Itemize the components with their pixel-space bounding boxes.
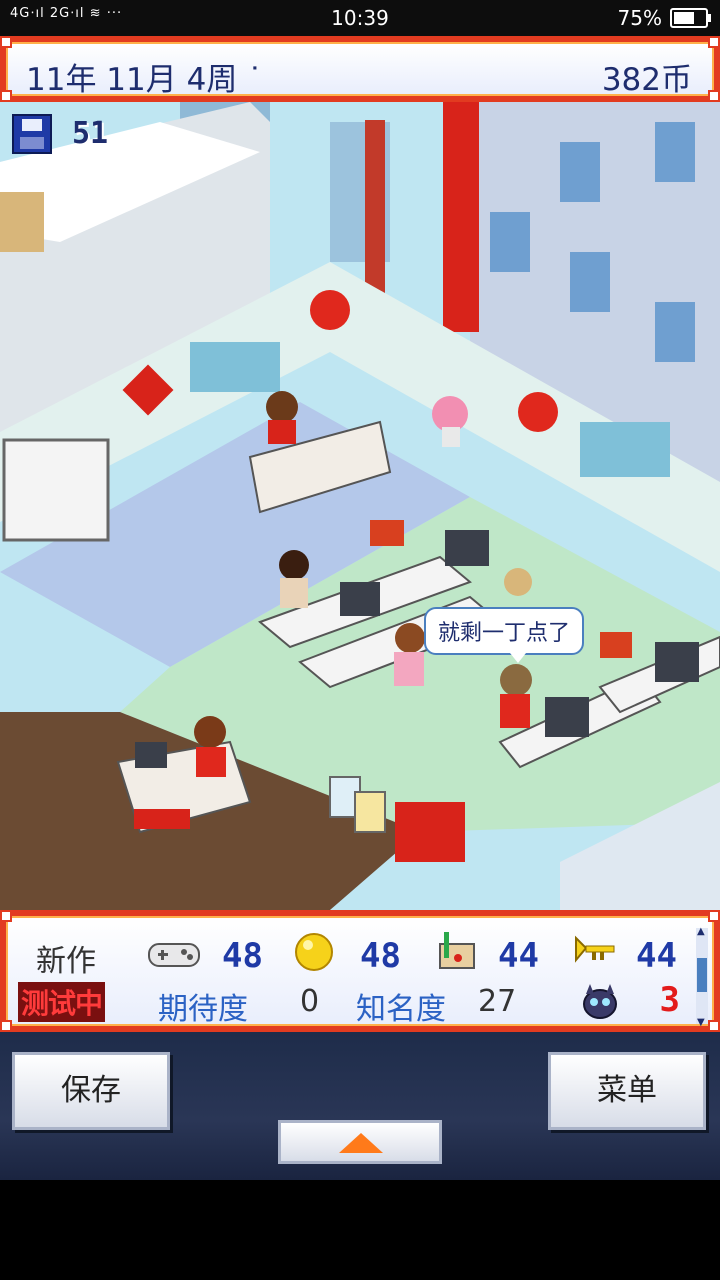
stat-graphics-value: 44 bbox=[498, 936, 539, 976]
frame-corner bbox=[708, 36, 720, 48]
scroll-up-icon[interactable]: ▲ bbox=[697, 926, 705, 937]
frame-corner bbox=[0, 36, 12, 48]
game-status-panel[interactable]: 新作 48 48 44 44 测试中 期待度 0 知名度 27 3 ▲ ▼ bbox=[0, 910, 720, 1032]
speech-bubble: 就剩一丁点了 bbox=[424, 607, 585, 663]
fame-label: 知名度 bbox=[356, 992, 446, 1027]
triangle-up-icon bbox=[339, 1133, 383, 1153]
trumpet-icon bbox=[575, 935, 615, 963]
frame-corner bbox=[0, 910, 12, 922]
frame-corner bbox=[708, 1020, 720, 1032]
game-status-inner: 新作 48 48 44 44 测试中 期待度 0 知名度 27 3 ▲ ▼ bbox=[6, 916, 714, 1028]
save-count: 51 bbox=[72, 116, 109, 151]
status-bar: 4G⋅ıl 2G⋅ıl ≋ ··· 10:39 75% bbox=[0, 0, 720, 36]
project-title: 新作 bbox=[36, 944, 96, 979]
scroll-thumb[interactable] bbox=[697, 958, 707, 992]
battery-percent: 75% bbox=[617, 6, 662, 30]
stat-creativity-value: 48 bbox=[360, 936, 401, 976]
battery-status: 75% bbox=[617, 6, 711, 30]
fame-value: 27 bbox=[478, 984, 517, 1019]
bottom-toolbar: 保存 菜单 bbox=[0, 1032, 720, 1180]
paint-icon bbox=[439, 932, 475, 969]
frame-corner bbox=[0, 1020, 12, 1032]
expectation-value: 0 bbox=[300, 984, 320, 1019]
floppy-disk-icon bbox=[12, 114, 52, 154]
battery-icon bbox=[670, 8, 711, 28]
controller-icon bbox=[148, 943, 200, 967]
office-illustration bbox=[0, 102, 720, 910]
development-status: 测试中 bbox=[18, 982, 106, 1022]
save-button[interactable]: 保存 bbox=[12, 1052, 170, 1130]
fan-count: 3 bbox=[659, 980, 680, 1020]
stat-fun-value: 48 bbox=[222, 936, 263, 976]
stat-sound-value: 44 bbox=[636, 936, 677, 976]
scroll-down-icon[interactable]: ▼ bbox=[697, 1017, 705, 1028]
menu-button[interactable]: 菜单 bbox=[548, 1052, 706, 1130]
top-info-panel: 11年 11月 4周 ˙ 382币 bbox=[6, 42, 714, 98]
expectation-label: 期待度 bbox=[158, 992, 248, 1027]
battery-fill bbox=[674, 12, 694, 24]
frame-corner bbox=[0, 90, 12, 102]
game-date: 11年 11月 4周 ˙ bbox=[26, 62, 263, 98]
coin-balance: 382币 bbox=[601, 62, 692, 98]
top-info-bar: 11年 11月 4周 ˙ 382币 bbox=[0, 36, 720, 102]
frame-corner bbox=[708, 910, 720, 922]
monster-icon bbox=[583, 984, 617, 1019]
gold-orb-icon bbox=[295, 933, 333, 971]
panel-scrollbar[interactable]: ▲ ▼ bbox=[696, 926, 708, 1028]
expand-up-button[interactable] bbox=[278, 1120, 442, 1164]
clock: 10:39 bbox=[331, 6, 389, 30]
office-scene[interactable]: 51 就剩一丁点了 bbox=[0, 102, 720, 910]
frame-corner bbox=[708, 90, 720, 102]
